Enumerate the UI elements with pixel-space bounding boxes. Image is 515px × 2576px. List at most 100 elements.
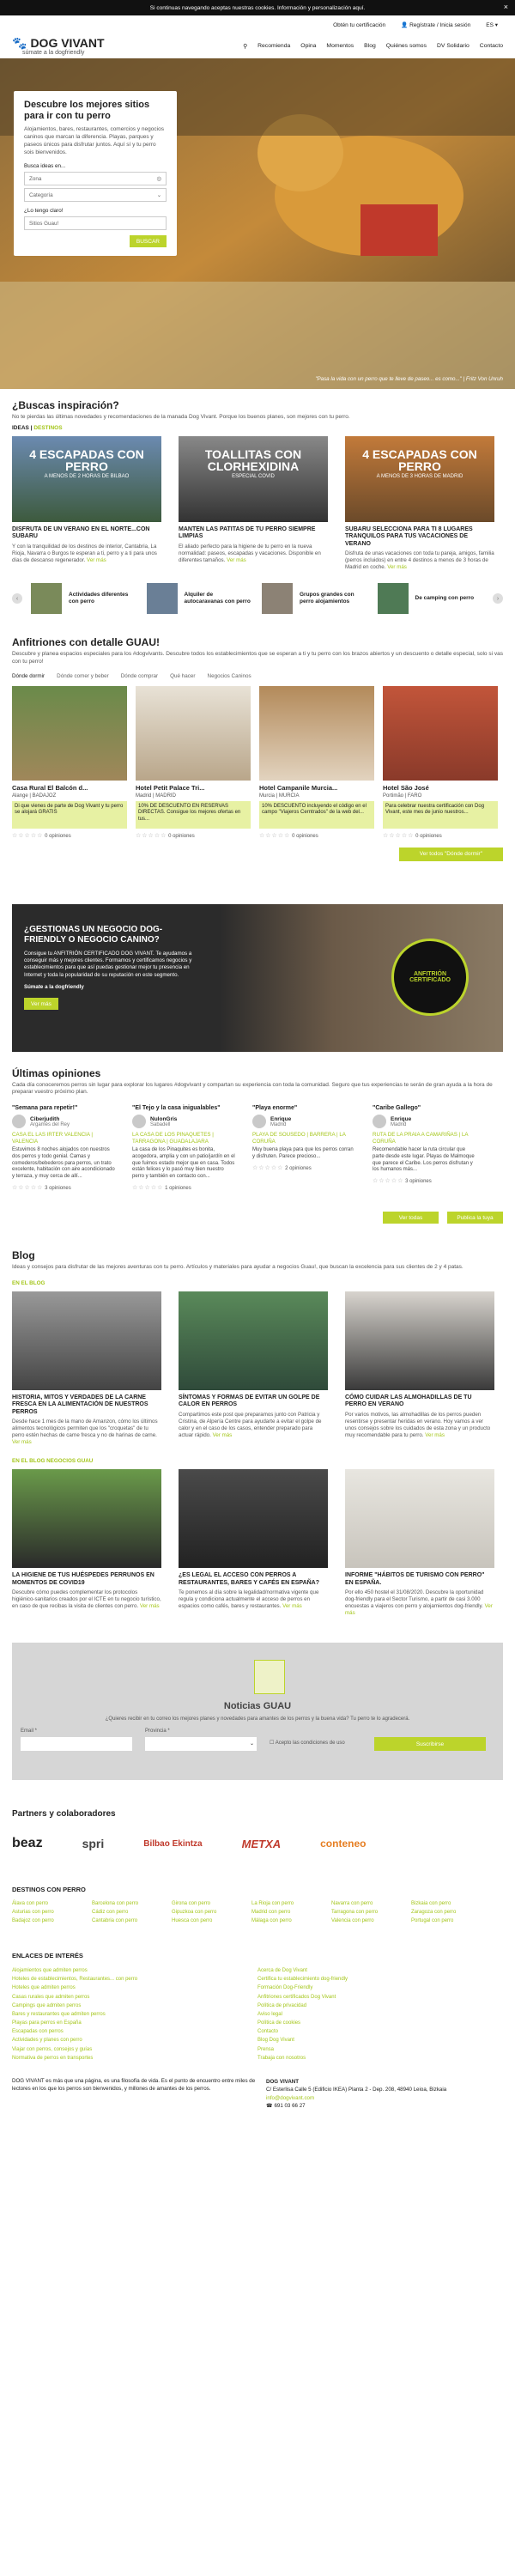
partner-logo[interactable]: beaz xyxy=(12,1836,43,1851)
review-place[interactable]: LA CASA DE LOS PINAQUETES | TARRAGONA | … xyxy=(132,1132,235,1145)
destination-link[interactable]: Navarra con perro xyxy=(331,1900,411,1909)
close-icon[interactable]: × xyxy=(504,3,508,11)
partner-logo[interactable]: METXA xyxy=(242,1838,282,1850)
more-link[interactable]: Ver más xyxy=(282,1603,302,1609)
review-card[interactable]: "Playa enorme" Enrique Madrid PLAYA DE SO… xyxy=(252,1105,355,1191)
banner-button[interactable]: Ver más xyxy=(24,998,58,1011)
interest-link[interactable]: Anfitriones certificados Dog Vivant xyxy=(258,1993,503,2002)
tab-donde-comer[interactable]: Dónde comer y beber xyxy=(57,673,109,679)
interest-link[interactable]: Acerca de Dog Vivant xyxy=(258,1966,503,1975)
inspiration-card[interactable]: 4 ESCAPADAS CON PERRO A MENOS DE 2 HORAS … xyxy=(12,435,161,571)
login-link[interactable]: 👤 Regístrate / Inicia sesión xyxy=(401,21,470,28)
host-card[interactable]: Casa Rural El Balcón d... Alange | BADAJ… xyxy=(12,685,127,839)
footer-email[interactable]: info@dogvivant.com xyxy=(266,2094,503,2102)
destination-link[interactable]: Cádiz con perro xyxy=(92,1909,172,1917)
menu-momentos[interactable]: Momentos xyxy=(326,43,354,49)
interest-link[interactable]: Prensa xyxy=(258,2045,503,2054)
destination-link[interactable]: La Rioja con perro xyxy=(251,1900,331,1909)
banner-link[interactable]: Súmate a la dogfriendly xyxy=(24,984,196,991)
blog-post[interactable]: HISTORIA, MITOS Y VERDADES DE LA CARNE F… xyxy=(12,1291,161,1446)
more-link[interactable]: Ver más xyxy=(140,1603,160,1609)
tab-destinos[interactable]: DESTINOS xyxy=(33,425,62,431)
more-link[interactable]: Ver más xyxy=(227,557,246,563)
footer-phone-number[interactable]: 691 03 66 27 xyxy=(274,2103,305,2109)
review-place[interactable]: RUTA DE LA PRAIA A CAMARIÑAS | LA CORUÑA xyxy=(373,1132,476,1145)
interest-link[interactable]: Campings que admiten perros xyxy=(12,2002,258,2010)
interest-link[interactable]: Actividades y planes con perro xyxy=(12,2036,258,2044)
partner-logo[interactable]: Bilbao Ekintza xyxy=(143,1839,202,1849)
tab-ideas[interactable]: IDEAS xyxy=(12,425,29,431)
place-name-input[interactable]: Sitios Guau! xyxy=(24,216,167,231)
review-place[interactable]: PLAYA DE SOUSEDO | BARRERA | LA CORUÑA xyxy=(252,1132,355,1145)
host-card[interactable]: Hotel Campanile Murcia... Murcia | MURCI… xyxy=(259,685,374,839)
menu-recomienda[interactable]: Recomienda xyxy=(258,43,290,49)
publish-review-button[interactable]: Publica la tuya xyxy=(447,1212,503,1224)
destination-link[interactable]: Zaragoza con perro xyxy=(411,1909,491,1917)
interest-link[interactable]: Normativa de perros en transportes xyxy=(12,2054,258,2063)
interest-link[interactable]: Aviso legal xyxy=(258,2010,503,2019)
menu-dv-solidario[interactable]: DV Solidario xyxy=(437,43,470,49)
destination-link[interactable]: Gipuzkoa con perro xyxy=(172,1909,251,1917)
more-link[interactable]: Ver más xyxy=(87,557,106,563)
category-select[interactable]: Categoría ⌄ xyxy=(24,188,167,203)
destination-link[interactable]: Bizkaia con perro xyxy=(411,1900,491,1909)
destination-link[interactable]: Portugal con perro xyxy=(411,1917,491,1926)
language-selector[interactable]: ES ▾ xyxy=(486,21,498,28)
destination-link[interactable]: Asturias con perro xyxy=(12,1909,92,1917)
tab-donde-dormir[interactable]: Dónde dormir xyxy=(12,673,45,679)
province-select[interactable]: ⌄ xyxy=(145,1737,257,1752)
interest-link[interactable]: Trabaja con nosotros xyxy=(258,2054,503,2063)
interest-link[interactable]: Playas para perros en España xyxy=(12,2019,258,2027)
menu-blog[interactable]: Blog xyxy=(364,43,376,49)
destination-link[interactable]: Huesca con perro xyxy=(172,1917,251,1926)
review-card[interactable]: "El Tejo y la casa inigualables" NulonGr… xyxy=(132,1105,235,1191)
category-item[interactable]: Alquiler de autocaravanas con perro xyxy=(146,583,254,615)
see-all-reviews-button[interactable]: Ver todas xyxy=(383,1212,439,1224)
interest-link[interactable]: Viajar con perros, consejos y guías xyxy=(12,2045,258,2054)
destination-link[interactable]: Málaga con perro xyxy=(251,1917,331,1926)
tab-donde-comprar[interactable]: Dónde comprar xyxy=(121,673,158,679)
interest-link[interactable]: Blog Dog Vivant xyxy=(258,2036,503,2044)
interest-link[interactable]: Política de privacidad xyxy=(258,2002,503,2010)
partner-logo[interactable]: conteneo xyxy=(320,1838,366,1850)
menu-contacto[interactable]: Contacto xyxy=(480,43,503,49)
cookie-text[interactable]: Si continuas navegando aceptas nuestras … xyxy=(150,5,365,11)
blog-post[interactable]: SÍNTOMAS Y FORMAS DE EVITAR UN GOLPE DE … xyxy=(179,1291,328,1446)
host-card[interactable]: Hotel Petit Palace Tri... Madrid | MADRI… xyxy=(136,685,251,839)
review-card[interactable]: "Caribe Gallego" Enrique Madrid RUTA DE L… xyxy=(373,1105,476,1191)
blog-label[interactable]: EN EL BLOG xyxy=(12,1280,503,1286)
review-place[interactable]: CASA EL LAS IRTER VALENCIA | VALENCIA xyxy=(12,1132,115,1145)
inspiration-card[interactable]: 4 ESCAPADAS CON PERRO A MENOS DE 3 HORAS … xyxy=(345,435,494,571)
tab-negocios-caninos[interactable]: Negocios Caninos xyxy=(208,673,251,679)
search-icon[interactable]: ⚲ xyxy=(243,43,247,50)
more-link[interactable]: Ver más xyxy=(213,1432,233,1438)
chevron-left-icon[interactable]: ‹ xyxy=(12,593,22,605)
blog-post[interactable]: LA HIGIENE DE TUS HUÉSPEDES PERRUNOS EN … xyxy=(12,1469,161,1617)
more-link[interactable]: Ver más xyxy=(425,1432,445,1438)
destination-link[interactable]: Barcelona con perro xyxy=(92,1900,172,1909)
see-all-hosts-button[interactable]: Ver todos "Dónde dormir" xyxy=(398,847,503,861)
host-card[interactable]: Hotel São José Portimão | FARO Para cele… xyxy=(383,685,498,839)
interest-link[interactable]: Política de cookies xyxy=(258,2019,503,2027)
menu-opina[interactable]: Opina xyxy=(300,43,316,49)
subscribe-button[interactable]: Suscribirse xyxy=(374,1737,486,1752)
interest-link[interactable]: Certifica tu establecimiento dog-friendl… xyxy=(258,1975,503,1984)
interest-link[interactable]: Casas rurales que admiten perros xyxy=(12,1993,258,2002)
destination-link[interactable]: Valencia con perro xyxy=(331,1917,411,1926)
destination-link[interactable]: Álava con perro xyxy=(12,1900,92,1909)
zone-input[interactable]: Zona ◎ xyxy=(24,172,167,186)
more-link[interactable]: Ver más xyxy=(12,1439,32,1445)
category-item[interactable]: Actividades diferentes con perro xyxy=(31,583,138,615)
destination-link[interactable]: Girona con perro xyxy=(172,1900,251,1909)
more-link[interactable]: Ver más xyxy=(387,564,407,570)
review-card[interactable]: "Semana para repetir!" Ciberjudith Argamé… xyxy=(12,1105,115,1191)
email-field[interactable] xyxy=(21,1737,132,1752)
destination-link[interactable]: Tarragona con perro xyxy=(331,1909,411,1917)
interest-link[interactable]: Alojamientos que admiten perros xyxy=(12,1966,258,1975)
destination-link[interactable]: Madrid con perro xyxy=(251,1909,331,1917)
partner-logo[interactable]: spri xyxy=(82,1837,105,1850)
interest-link[interactable]: Hoteles de establecimientos, Restaurante… xyxy=(12,1975,258,1984)
destination-link[interactable]: Badajoz con perro xyxy=(12,1917,92,1926)
blog-post[interactable]: INFORME "HÁBITOS DE TURISMO CON PERRO" E… xyxy=(345,1469,494,1617)
menu-quienes-somos[interactable]: Quiénes somos xyxy=(386,43,427,49)
